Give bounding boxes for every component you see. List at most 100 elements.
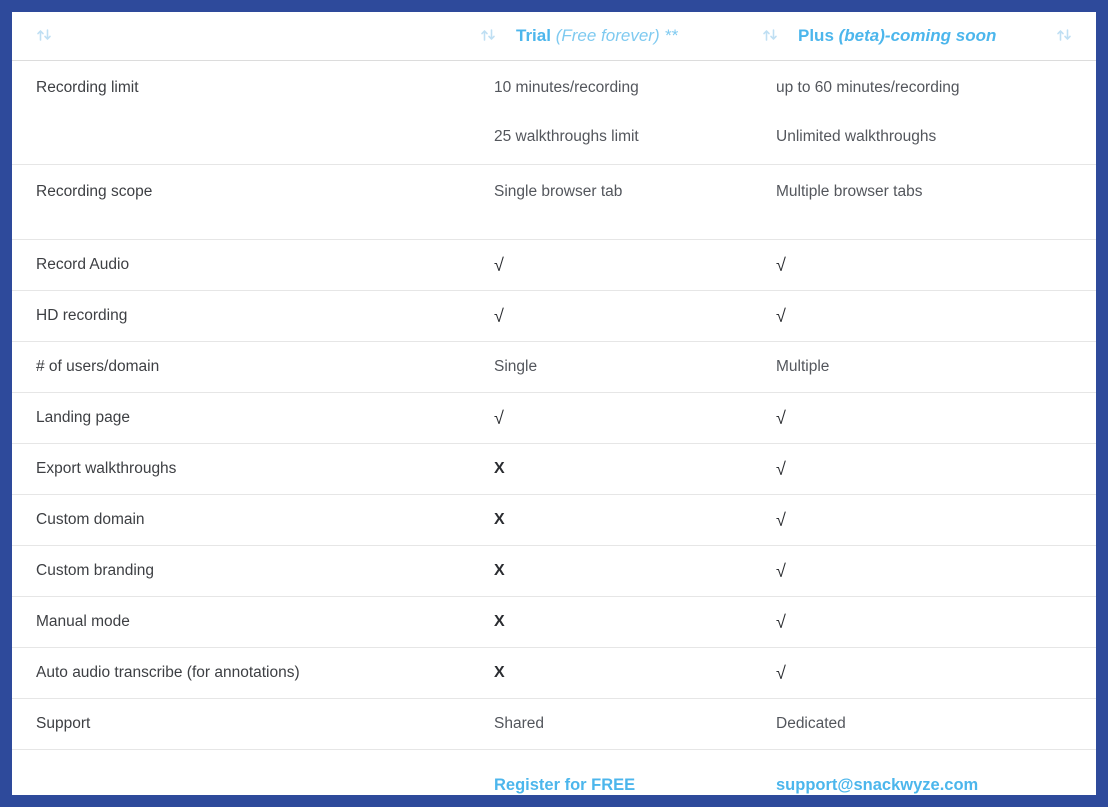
trial-value-cell: X bbox=[472, 495, 754, 546]
check-icon: √ bbox=[776, 459, 786, 479]
check-icon: √ bbox=[776, 612, 786, 632]
check-icon: √ bbox=[494, 408, 504, 428]
table-row: Custom domain X √ bbox=[12, 495, 1096, 546]
feature-label: # of users/domain bbox=[36, 358, 160, 375]
table-row: Recording scope Single browser tab Multipl… bbox=[12, 165, 1096, 240]
plus-value: Unlimited walkthroughs bbox=[776, 128, 937, 145]
trial-value-cell: Single bbox=[472, 342, 754, 393]
table-row: Recording limit 10 minutes/recording 25 wa… bbox=[12, 61, 1096, 165]
trial-value-cell: X bbox=[472, 648, 754, 699]
trial-value-cell: Single browser tab bbox=[472, 165, 754, 240]
plus-value-cell: √ bbox=[754, 648, 1096, 699]
pricing-comparison-card: Trial (Free forever) ** Plus (beta)-comi… bbox=[12, 12, 1096, 795]
plus-value-cell: Multiple browser tabs bbox=[754, 165, 1096, 240]
feature-label: Landing page bbox=[36, 409, 130, 426]
plus-value-cell: √ bbox=[754, 597, 1096, 648]
feature-cell: Export walkthroughs bbox=[12, 444, 472, 495]
table-row: Custom branding X √ bbox=[12, 546, 1096, 597]
trial-value-cell: X bbox=[472, 444, 754, 495]
feature-label: HD recording bbox=[36, 307, 128, 324]
check-icon: √ bbox=[776, 510, 786, 530]
cross-icon: X bbox=[494, 511, 505, 528]
table-row: Auto audio transcribe (for annotations) X… bbox=[12, 648, 1096, 699]
plus-value-cell: Dedicated bbox=[754, 699, 1096, 750]
trial-value: Single bbox=[494, 358, 538, 375]
feature-cell: Recording scope bbox=[12, 165, 472, 240]
feature-label: Support bbox=[36, 715, 91, 732]
sort-updown-icon-trial[interactable] bbox=[480, 28, 502, 44]
check-icon: √ bbox=[776, 561, 786, 581]
plus-value-cell: √ bbox=[754, 444, 1096, 495]
cross-icon: X bbox=[494, 460, 505, 477]
check-icon: √ bbox=[494, 306, 504, 326]
column-title-plus-italic: (beta)-coming soon bbox=[838, 26, 997, 45]
feature-cell: Record Audio bbox=[12, 240, 472, 291]
plus-value: Multiple bbox=[776, 358, 830, 375]
trial-value-cell: √ bbox=[472, 393, 754, 444]
register-free-link[interactable]: Register for FREE bbox=[494, 776, 635, 794]
plus-value-cell: √ bbox=[754, 393, 1096, 444]
column-title-trial-italic: (Free forever) bbox=[555, 26, 660, 45]
feature-cell: # of users/domain bbox=[12, 342, 472, 393]
pricing-comparison-table: Trial (Free forever) ** Plus (beta)-comi… bbox=[12, 12, 1096, 795]
table-row: Record Audio √ √ bbox=[12, 240, 1096, 291]
feature-label: Auto audio transcribe (for annotations) bbox=[36, 664, 300, 681]
trial-value-cell: X bbox=[472, 597, 754, 648]
check-icon: √ bbox=[776, 663, 786, 683]
cta-row: Register for FREE support@snackwyze.com bbox=[12, 750, 1096, 796]
header-cell-trial[interactable]: Trial (Free forever) ** bbox=[472, 12, 754, 61]
header-cell-plus[interactable]: Plus (beta)-coming soon bbox=[754, 12, 1096, 61]
check-icon: √ bbox=[494, 255, 504, 275]
trial-value: 25 walkthroughs limit bbox=[494, 128, 639, 145]
table-body: Recording limit 10 minutes/recording 25 wa… bbox=[12, 61, 1096, 796]
comparison-table-page: Trial (Free forever) ** Plus (beta)-comi… bbox=[0, 0, 1108, 807]
table-row: Manual mode X √ bbox=[12, 597, 1096, 648]
feature-cell: Custom domain bbox=[12, 495, 472, 546]
table-row: HD recording √ √ bbox=[12, 291, 1096, 342]
feature-label: Custom branding bbox=[36, 562, 155, 579]
plus-value-cell: √ bbox=[754, 291, 1096, 342]
column-title-trial: Trial (Free forever) ** bbox=[516, 26, 678, 46]
trial-value-cell: X bbox=[472, 546, 754, 597]
table-row: Support Shared Dedicated bbox=[12, 699, 1096, 750]
plus-value: Multiple browser tabs bbox=[776, 183, 923, 200]
column-title-plus-strong: Plus bbox=[798, 26, 834, 45]
plus-value-cell: √ bbox=[754, 546, 1096, 597]
plus-value: Dedicated bbox=[776, 715, 846, 732]
feature-label: Manual mode bbox=[36, 613, 130, 630]
feature-cell: Recording limit bbox=[12, 61, 472, 165]
cross-icon: X bbox=[494, 664, 505, 681]
trial-value: Shared bbox=[494, 715, 544, 732]
table-header: Trial (Free forever) ** Plus (beta)-comi… bbox=[12, 12, 1096, 61]
support-email-link-cell: support@snackwyze.com bbox=[754, 750, 1096, 796]
sort-updown-icon-plus-right[interactable] bbox=[1056, 28, 1078, 44]
support-email-link[interactable]: support@snackwyze.com bbox=[776, 776, 978, 794]
feature-cell: Landing page bbox=[12, 393, 472, 444]
feature-label: Export walkthroughs bbox=[36, 460, 177, 477]
check-icon: √ bbox=[776, 306, 786, 326]
check-icon: √ bbox=[776, 408, 786, 428]
plus-value-cell: up to 60 minutes/recording Unlimited walk… bbox=[754, 61, 1096, 165]
column-title-trial-strong: Trial bbox=[516, 26, 551, 45]
sort-updown-icon-plus-left[interactable] bbox=[762, 28, 784, 44]
trial-value: Single browser tab bbox=[494, 183, 623, 200]
check-icon: √ bbox=[776, 255, 786, 275]
header-cell-feature[interactable] bbox=[12, 12, 472, 61]
feature-cell: Auto audio transcribe (for annotations) bbox=[12, 648, 472, 699]
trial-value: 10 minutes/recording bbox=[494, 79, 639, 96]
feature-cell: Manual mode bbox=[12, 597, 472, 648]
cta-feature-cell bbox=[12, 750, 472, 796]
column-title-trial-stars: ** bbox=[664, 26, 678, 45]
sort-updown-icon-feature[interactable] bbox=[36, 28, 58, 44]
feature-label: Recording scope bbox=[36, 183, 153, 200]
feature-cell: Custom branding bbox=[12, 546, 472, 597]
table-row: Landing page √ √ bbox=[12, 393, 1096, 444]
cross-icon: X bbox=[494, 562, 505, 579]
cross-icon: X bbox=[494, 613, 505, 630]
table-row: Export walkthroughs X √ bbox=[12, 444, 1096, 495]
table-header-row: Trial (Free forever) ** Plus (beta)-comi… bbox=[12, 12, 1096, 61]
column-title-plus: Plus (beta)-coming soon bbox=[798, 26, 996, 46]
feature-cell: Support bbox=[12, 699, 472, 750]
table-row: # of users/domain Single Multiple bbox=[12, 342, 1096, 393]
register-free-link-cell: Register for FREE bbox=[472, 750, 754, 796]
